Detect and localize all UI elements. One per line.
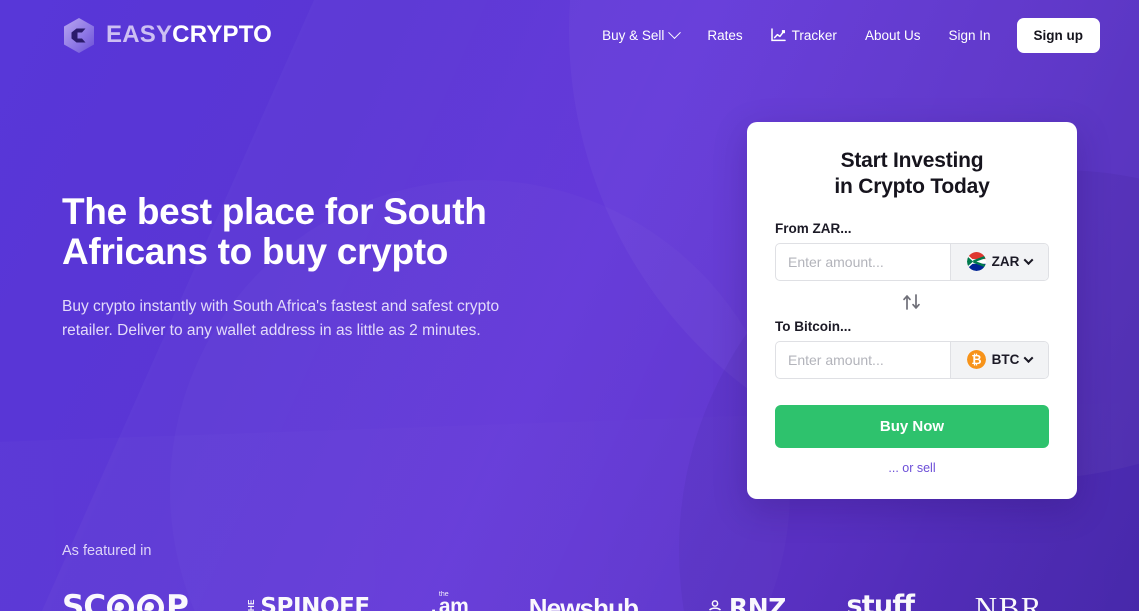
from-currency-selector[interactable]: ZAR [950,243,1048,280]
from-amount-row: ZAR [775,242,1049,281]
easycrypto-hex-icon [62,17,96,54]
nav-item-sign-in[interactable]: Sign In [934,20,1004,51]
as-featured-section: As featured in SC P THE SPINOFF : the am … [0,543,1139,611]
to-currency-selector[interactable]: ₿ BTC [950,341,1048,378]
press-logo-rnz: RNZ [705,595,786,611]
hero-title-line-2: Africans to buy crypto [62,231,449,273]
page-root: EASYCRYPTO Buy & Sell Rates Tracker Abou… [0,0,1139,611]
main-navigation: Buy & Sell Rates Tracker About Us Sign I… [588,17,1100,53]
nav-label-about-us: About Us [864,27,921,43]
buy-now-button[interactable]: Buy Now [775,404,1049,448]
press-logo-the-spinoff: THE SPINOFF [247,594,370,611]
logo-easy-text: EASY [106,21,173,48]
logo-crypto-text: CRYPTO [172,21,273,48]
am-stack: the am show [438,591,469,611]
hero-copy: The best place for South Africans to buy… [62,70,602,499]
press-logo-scoop: SC P [62,589,189,611]
spinoff-main-text: SPINOFF [260,594,370,611]
from-amount-input[interactable] [776,243,950,280]
to-currency-code: BTC [991,352,1020,368]
press-logo-stuff: stuff [847,592,915,611]
am-main-text: am [438,595,469,611]
hero-title-line-1: The best place for South [62,191,487,232]
scoop-text-end: P [166,589,189,611]
easycrypto-logo[interactable]: EASYCRYPTO [62,17,272,54]
nav-item-buy-sell[interactable]: Buy & Sell [588,20,693,51]
hero-section: The best place for South Africans to buy… [0,70,1139,499]
swap-row [775,291,1049,315]
am-colon-mark: : [430,604,437,611]
scoop-emblem-icon [137,594,165,611]
nav-label-buy-sell: Buy & Sell [602,27,665,43]
site-header: EASYCRYPTO Buy & Sell Rates Tracker Abou… [0,0,1139,70]
bitcoin-icon: ₿ [966,350,986,370]
nav-item-tracker[interactable]: Tracker [757,20,851,51]
nav-label-tracker: Tracker [791,27,837,43]
widget-title: Start Investing in Crypto Today [775,148,1049,201]
buy-widget-wrapper: Start Investing in Crypto Today From ZAR… [747,70,1077,499]
nav-label-rates: Rates [707,27,743,43]
from-currency-label: From ZAR... [775,220,852,236]
rnz-text: RNZ [728,593,787,611]
page-title: The best place for South Africans to buy… [62,191,602,273]
am-the-text: the [438,591,449,599]
as-featured-label: As featured in [62,542,152,559]
from-currency-code: ZAR [991,254,1020,269]
scoop-text-start: SC [62,589,106,611]
to-amount-row: ₿ BTC [775,340,1049,379]
widget-title-line-1: Start Investing [840,149,984,172]
swap-vertical-arrows-icon [900,293,924,314]
logo-wordmark: EASYCRYPTO [106,23,272,47]
press-logo-newshub: Newshub. [528,592,645,611]
hero-subtitle: Buy crypto instantly with South Africa's… [62,297,500,339]
sign-up-button[interactable]: Sign up [1016,17,1100,53]
nav-item-about-us[interactable]: About Us [851,20,935,51]
to-currency-label: To Bitcoin... [775,318,852,334]
radio-waves-icon [705,596,725,611]
chevron-down-icon [668,25,682,39]
buy-widget-card: Start Investing in Crypto Today From ZAR… [747,122,1077,499]
or-sell-link[interactable]: ... or sell [775,461,1049,475]
line-chart-icon [770,28,786,42]
spinoff-the-text: THE [247,599,257,611]
press-logo-strip: SC P THE SPINOFF : the am show Newshub. [62,585,1077,611]
widget-title-line-2: in Crypto Today [834,175,990,199]
chevron-down-icon [1023,255,1034,266]
nav-item-rates[interactable]: Rates [693,20,756,51]
svg-text:₿: ₿ [971,353,981,368]
chevron-down-icon [1023,353,1034,364]
to-amount-input[interactable] [776,341,950,378]
nav-label-sign-in: Sign In [948,27,991,43]
scoop-emblem-icon [107,594,135,611]
swap-currencies-button[interactable] [896,291,928,315]
south-africa-flag-icon [966,252,986,271]
press-logo-nbr: NBR [974,590,1043,611]
press-logo-the-am-show: : the am show [430,591,469,611]
